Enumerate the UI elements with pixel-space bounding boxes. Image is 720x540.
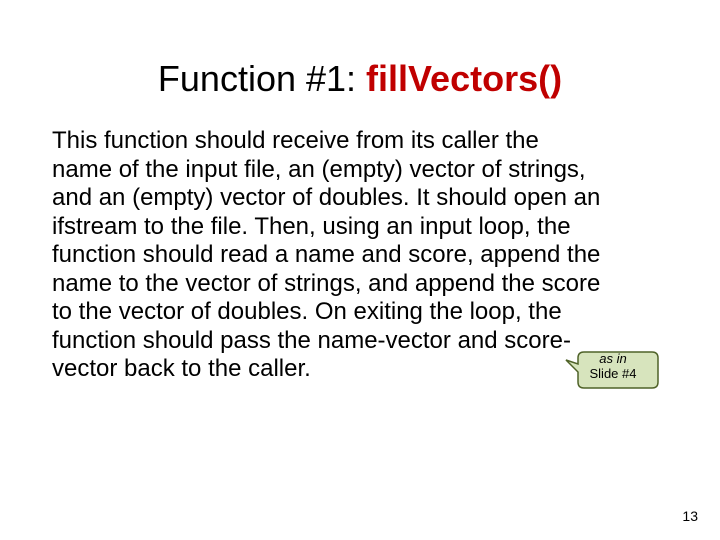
page-number: 13 <box>682 508 698 524</box>
callout-text: as in Slide #4 <box>578 352 648 382</box>
slide-body-text: This function should receive from its ca… <box>52 127 604 384</box>
slide: Function #1: fillVectors() This function… <box>0 0 720 540</box>
callout-line1: as in <box>599 351 626 366</box>
slide-title: Function #1: fillVectors() <box>0 58 720 100</box>
callout-line2: Slide #4 <box>590 366 637 381</box>
title-function-name: fillVectors() <box>366 58 562 99</box>
callout-box: as in Slide #4 <box>564 348 650 388</box>
title-prefix: Function #1: <box>158 58 366 99</box>
